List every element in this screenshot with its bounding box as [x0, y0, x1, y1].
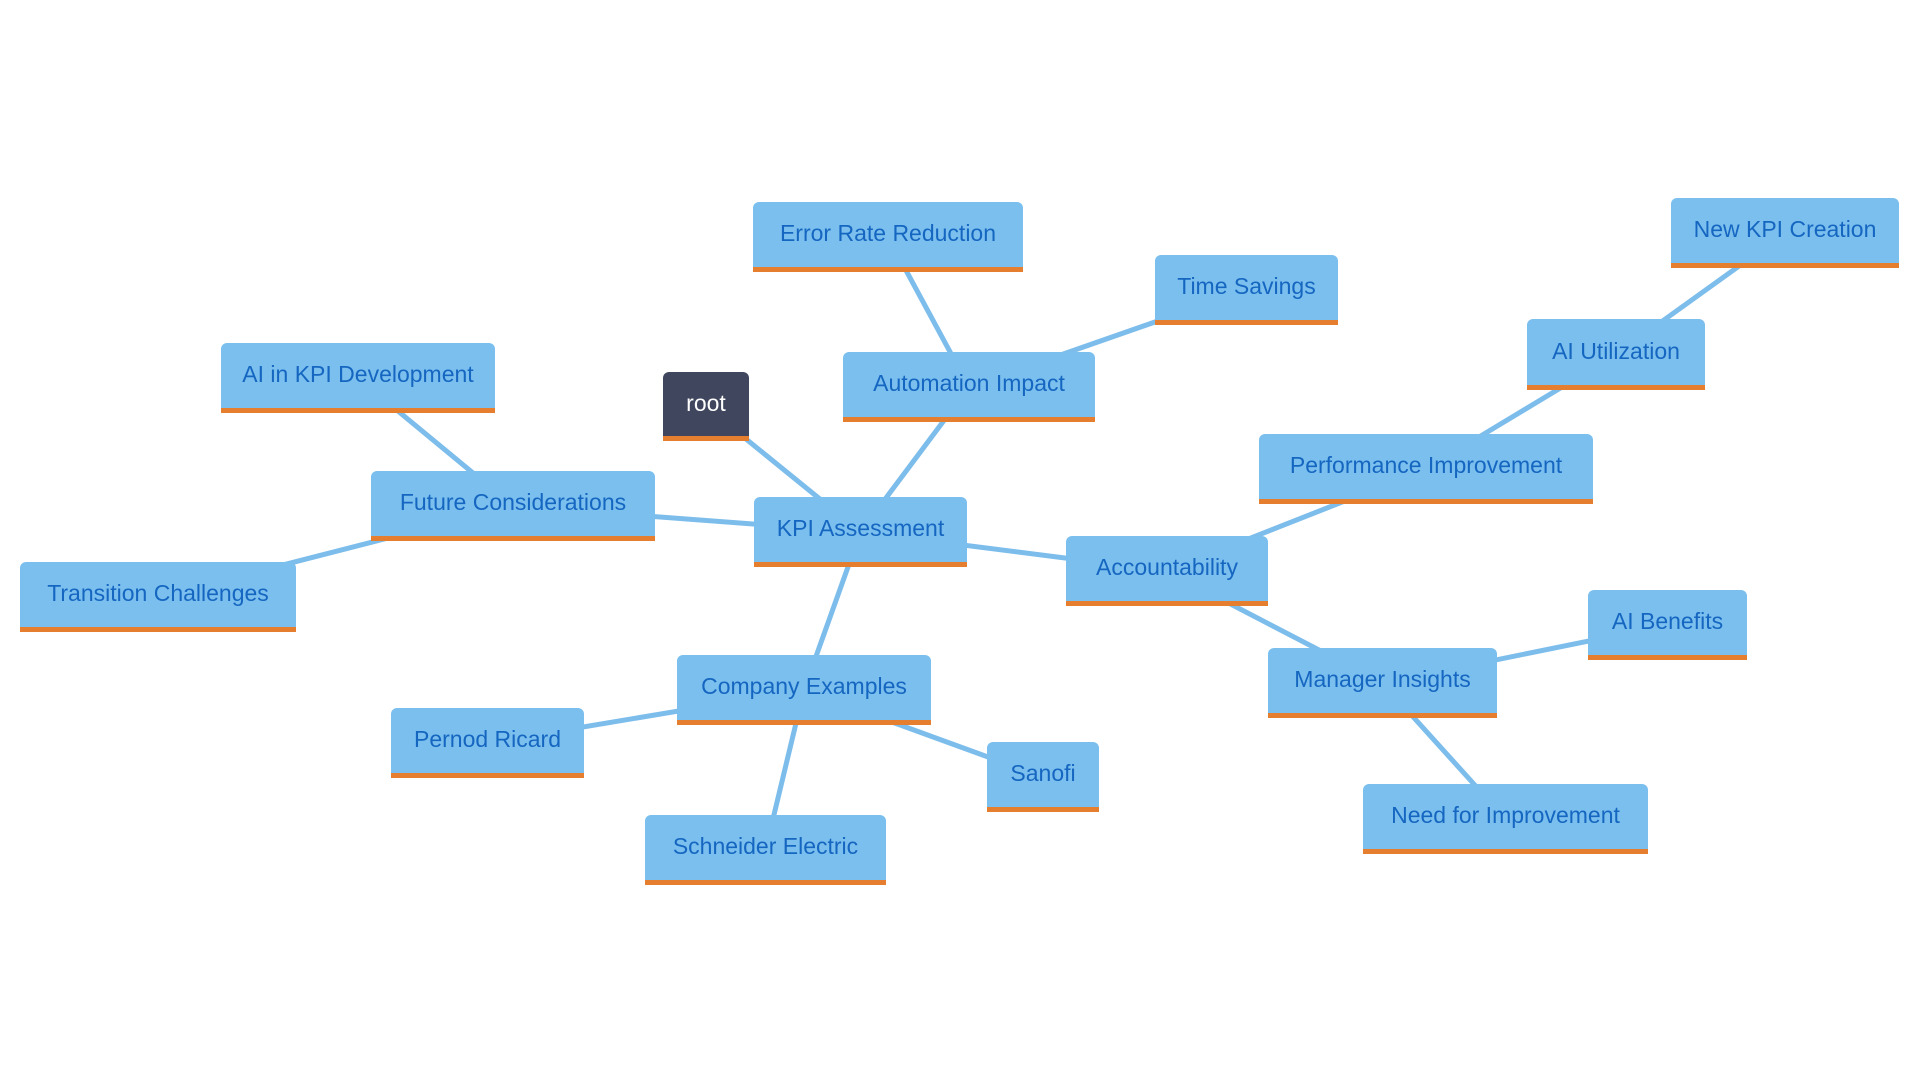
node-label: Sanofi: [1010, 760, 1076, 786]
node-label: Transition Challenges: [47, 580, 269, 606]
node-label: KPI Assessment: [776, 515, 945, 541]
node-accountability[interactable]: Accountability: [1066, 536, 1268, 606]
node-label: Error Rate Reduction: [779, 220, 997, 246]
node-label: AI Benefits: [1611, 608, 1724, 634]
node-performance-improvement[interactable]: Performance Improvement: [1259, 434, 1593, 504]
node-root[interactable]: root: [663, 372, 749, 441]
node-label: AI Utilization: [1552, 337, 1680, 364]
node-label: Company Examples: [701, 673, 907, 699]
node-automation-impact[interactable]: Automation Impact: [843, 352, 1095, 422]
node-kpi-assessment[interactable]: KPI Assessment: [754, 497, 967, 567]
node-label: Future Considerations: [399, 489, 627, 515]
node-label: Time Savings: [1177, 273, 1316, 299]
node-label: root: [686, 389, 726, 416]
node-label: Manager Insights: [1294, 666, 1471, 692]
node-ai-utilization[interactable]: AI Utilization: [1527, 319, 1705, 390]
node-label: Need for Improvement: [1391, 802, 1620, 828]
node-ai-in-kpi-development[interactable]: AI in KPI Development: [221, 343, 495, 413]
node-label: Schneider Electric: [672, 833, 859, 859]
node-time-savings[interactable]: Time Savings: [1155, 255, 1338, 325]
node-error-rate-reduction[interactable]: Error Rate Reduction: [753, 202, 1023, 272]
node-need-for-improvement[interactable]: Need for Improvement: [1363, 784, 1648, 854]
node-future-considerations[interactable]: Future Considerations: [371, 471, 655, 541]
node-transition-challenges[interactable]: Transition Challenges: [20, 562, 296, 632]
node-schneider-electric[interactable]: Schneider Electric: [645, 815, 886, 885]
node-company-examples[interactable]: Company Examples: [677, 655, 931, 725]
node-label: Accountability: [1096, 554, 1238, 580]
node-ai-benefits[interactable]: AI Benefits: [1588, 590, 1747, 660]
node-manager-insights[interactable]: Manager Insights: [1268, 648, 1497, 718]
node-label: Automation Impact: [873, 370, 1065, 396]
node-new-kpi-creation[interactable]: New KPI Creation: [1671, 198, 1899, 268]
node-label: New KPI Creation: [1693, 216, 1877, 242]
node-label: AI in KPI Development: [242, 361, 474, 387]
node-pernod-ricard[interactable]: Pernod Ricard: [391, 708, 584, 778]
node-label: Pernod Ricard: [413, 726, 562, 752]
node-label: Performance Improvement: [1289, 452, 1563, 478]
node-sanofi[interactable]: Sanofi: [987, 742, 1099, 812]
